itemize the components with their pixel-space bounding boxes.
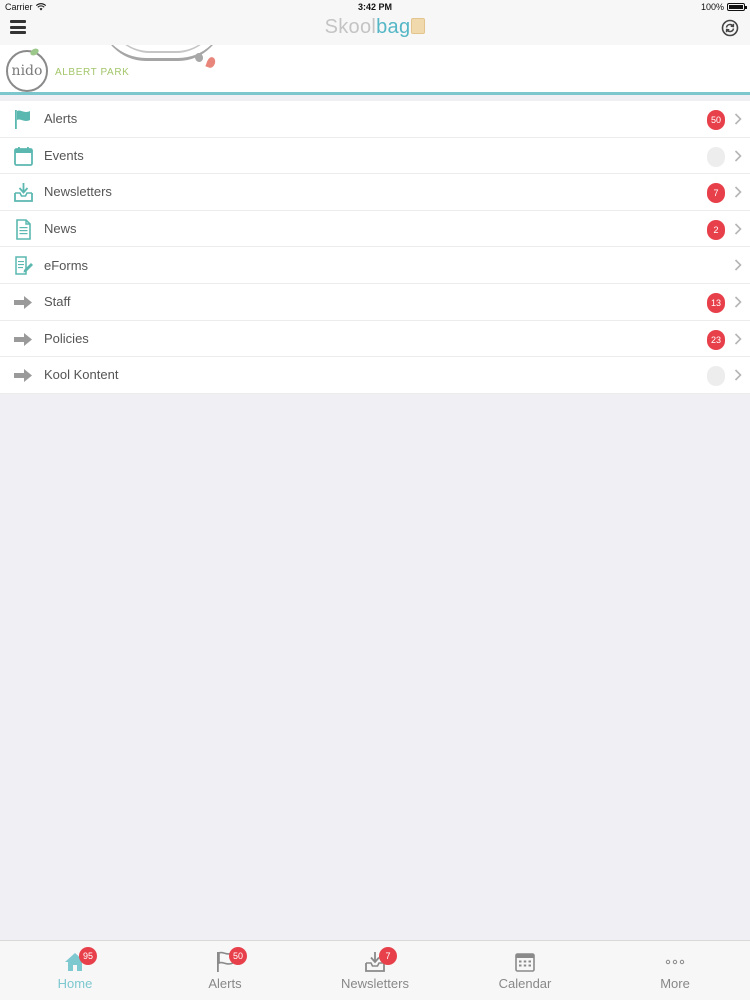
tab-count-badge: 7 [379, 947, 397, 965]
brand-text-skool: Skool [324, 16, 377, 38]
arrow-right-icon [14, 369, 32, 383]
more-dots-icon [665, 959, 685, 965]
tab-newsletters[interactable]: 7 Newsletters [300, 941, 450, 1000]
tab-calendar[interactable]: Calendar [450, 941, 600, 1000]
home-menu-list: Alerts 50 Events Newsletters 7 News 2 eF… [0, 101, 750, 394]
flag-icon [15, 110, 30, 129]
schoolbag-icon [411, 18, 426, 34]
bottom-tab-bar: 95 Home 50 Alerts 7 Newsletters Calendar… [0, 940, 750, 1000]
menu-item-staff[interactable]: Staff 13 [0, 283, 750, 321]
tab-label: Calendar [498, 976, 552, 991]
battery-indicator: 100% [700, 2, 747, 12]
count-badge [707, 146, 725, 167]
menu-item-label: Staff [44, 294, 71, 310]
menu-item-label: Alerts [44, 111, 78, 127]
battery-percent: 100% [700, 2, 724, 12]
document-icon [16, 218, 31, 240]
navigation-bar: Skoolbag [0, 14, 750, 45]
menu-item-label: Policies [44, 330, 89, 346]
school-banner: nido ALBERT PARK [0, 45, 750, 95]
count-badge [707, 366, 725, 387]
count-badge: 13 [707, 292, 725, 313]
chevron-right-icon [734, 332, 742, 345]
tab-count-badge: 95 [79, 947, 97, 965]
chevron-right-icon [734, 150, 742, 162]
tab-label: Alerts [208, 976, 242, 991]
menu-item-alerts[interactable]: Alerts 50 [0, 101, 750, 138]
tab-alerts[interactable]: 50 Alerts [150, 941, 300, 1000]
chevron-right-icon [734, 259, 742, 271]
chevron-right-icon [734, 113, 742, 125]
tab-label: More [660, 976, 690, 991]
tab-label: Home [57, 976, 93, 991]
count-badge: 50 [707, 110, 725, 130]
app-logo: Skoolbag [0, 16, 750, 39]
chevron-right-icon [734, 186, 742, 198]
menu-item-label: Events [44, 147, 84, 163]
menu-item-label: Newsletters [44, 184, 112, 200]
menu-item-news[interactable]: News 2 [0, 210, 750, 248]
battery-icon [727, 3, 747, 11]
brand-text-bag: bag [376, 16, 411, 38]
menu-item-label: eForms [44, 257, 89, 273]
sync-icon[interactable] [721, 19, 739, 37]
school-campus-name: ALBERT PARK [55, 67, 130, 78]
menu-item-newsletters[interactable]: Newsletters 7 [0, 174, 750, 211]
count-badge: 7 [707, 183, 725, 204]
leaf-decoration-red [205, 55, 217, 70]
menu-item-eforms[interactable]: eForms [0, 247, 750, 284]
arrow-right-icon [14, 295, 32, 309]
inbox-download-icon [14, 183, 33, 203]
calendar-icon [515, 953, 535, 972]
tab-count-badge: 50 [229, 947, 247, 965]
school-logo: nido [6, 50, 48, 92]
menu-item-label: News [44, 221, 77, 237]
form-edit-icon [15, 256, 33, 276]
chevron-right-icon [734, 296, 742, 308]
menu-item-policies[interactable]: Policies 23 [0, 320, 750, 358]
count-badge: 23 [707, 329, 725, 350]
tab-label: Newsletters [341, 976, 409, 991]
menu-item-events[interactable]: Events [0, 137, 750, 175]
tab-home[interactable]: 95 Home [0, 941, 150, 1000]
status-time: 3:42 PM [357, 2, 392, 12]
tab-more[interactable]: More [600, 941, 750, 1000]
status-bar: Carrier 3:42 PM 100% [0, 0, 750, 14]
chevron-right-icon [734, 369, 742, 381]
count-badge: 2 [707, 219, 725, 240]
chevron-right-icon [734, 223, 742, 235]
menu-item-label: Kool Kontent [44, 367, 119, 383]
arrow-right-icon [14, 332, 32, 346]
menu-item-kool-kontent[interactable]: Kool Kontent [0, 357, 750, 394]
calendar-icon [14, 146, 33, 166]
